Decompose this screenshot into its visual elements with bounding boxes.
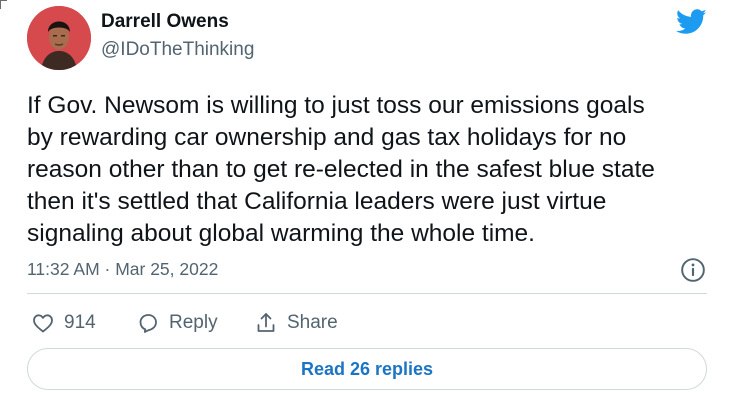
- profile-photo-icon: [27, 6, 91, 70]
- tweet-card: Darrell Owens @IDoTheThinking If Gov. Ne…: [0, 0, 740, 400]
- tweet-timestamp[interactable]: 11:32 AM · Mar 25, 2022: [27, 259, 218, 281]
- info-icon[interactable]: [680, 257, 706, 283]
- avatar[interactable]: [27, 6, 91, 70]
- share-button[interactable]: Share: [254, 309, 338, 337]
- corner-mark: [0, 0, 7, 9]
- share-icon: [257, 313, 275, 332]
- like-count: 914: [64, 312, 96, 333]
- author-name[interactable]: Darrell Owens: [101, 11, 229, 33]
- reply-button[interactable]: Reply: [136, 309, 218, 337]
- read-replies-button[interactable]: Read 26 replies: [27, 348, 707, 390]
- heart-icon: [33, 314, 53, 333]
- like-button[interactable]: 914: [31, 309, 96, 337]
- reply-icon: [139, 314, 157, 333]
- reply-label: Reply: [169, 312, 218, 333]
- tweet-text: If Gov. Newsom is willing to just toss o…: [27, 92, 655, 247]
- divider: [27, 293, 707, 294]
- author-handle[interactable]: @IDoTheThinking: [101, 39, 254, 61]
- share-label: Share: [287, 312, 338, 333]
- twitter-bird-icon[interactable]: [676, 9, 707, 35]
